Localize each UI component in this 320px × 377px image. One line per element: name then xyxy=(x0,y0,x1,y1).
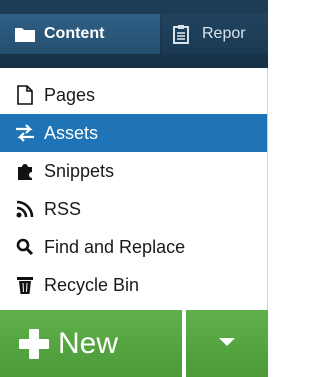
rss-icon xyxy=(14,198,36,220)
swap-arrows-icon xyxy=(14,122,36,144)
menu-item-label: Snippets xyxy=(44,160,115,181)
menu-item-assets[interactable]: Assets xyxy=(0,114,267,152)
search-icon xyxy=(14,236,36,258)
caret-down-icon xyxy=(218,335,236,353)
top-navigation-bar: Content Repor xyxy=(0,0,268,68)
menu-item-label: Recycle Bin xyxy=(44,274,140,295)
tab-content[interactable]: Content xyxy=(0,14,160,54)
content-dropdown-menu: Pages Assets Snippets RSS Find and Repla… xyxy=(0,68,268,310)
page-icon xyxy=(14,84,36,106)
menu-item-rss[interactable]: RSS xyxy=(0,190,267,228)
new-dropdown-toggle[interactable] xyxy=(186,310,268,377)
tab-content-label: Content xyxy=(44,25,105,42)
menu-item-find-and-replace[interactable]: Find and Replace xyxy=(0,228,267,266)
tab-reports[interactable]: Repor xyxy=(162,14,268,54)
footer-actions: New xyxy=(0,310,268,377)
new-button-label: New xyxy=(58,326,119,360)
new-button[interactable]: New xyxy=(0,310,182,377)
menu-item-label: Pages xyxy=(44,84,96,105)
folder-icon xyxy=(14,24,36,44)
clipboard-icon xyxy=(172,24,194,44)
menu-item-label: Assets xyxy=(44,122,99,143)
menu-item-pages[interactable]: Pages xyxy=(0,76,267,114)
menu-item-snippets[interactable]: Snippets xyxy=(0,152,267,190)
menu-item-label: Find and Replace xyxy=(44,236,186,257)
trash-icon xyxy=(14,274,36,296)
plus-icon xyxy=(14,324,54,364)
puzzle-icon xyxy=(14,160,36,182)
tab-reports-label: Repor xyxy=(202,25,246,42)
menu-item-label: RSS xyxy=(44,198,82,219)
menu-item-recycle-bin[interactable]: Recycle Bin xyxy=(0,266,267,304)
